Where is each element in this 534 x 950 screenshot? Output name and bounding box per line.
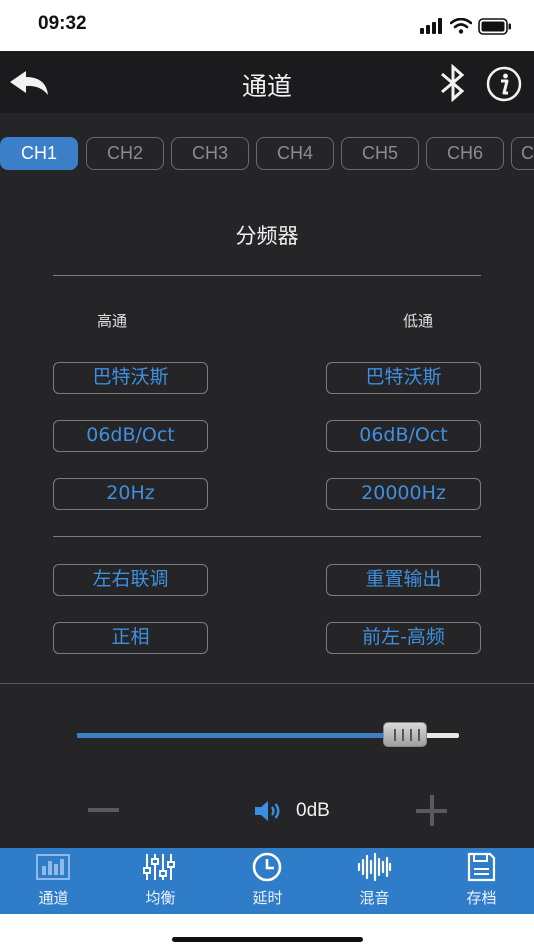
tab-label: 存档 xyxy=(466,889,497,907)
bluetooth-icon xyxy=(441,63,465,103)
battery-icon xyxy=(478,17,511,35)
signal-icon xyxy=(420,18,442,34)
high-pass-slope-button[interactable]: 06dB/Oct xyxy=(53,420,208,452)
info-icon xyxy=(486,66,522,102)
status-bar: 09:32 xyxy=(0,0,534,51)
tab-ch7[interactable]: CH7 xyxy=(511,137,534,170)
save-icon xyxy=(467,852,496,882)
tab-ch5[interactable]: CH5 xyxy=(341,137,419,170)
low-pass-filter-type-button[interactable]: 巴特沃斯 xyxy=(326,362,481,394)
channel-tabs: CH1 CH2 CH3 CH4 CH5 CH6 CH7 xyxy=(0,137,534,171)
tab-channel[interactable]: 通道 xyxy=(0,848,107,914)
tab-label: 延时 xyxy=(252,889,283,907)
waveform-icon xyxy=(357,852,392,882)
channel-icon xyxy=(36,854,70,880)
tab-delay[interactable]: 延时 xyxy=(214,848,321,914)
home-indicator[interactable] xyxy=(172,937,363,942)
reset-output-button[interactable]: 重置输出 xyxy=(326,564,481,596)
tab-ch6[interactable]: CH6 xyxy=(426,137,504,170)
tab-ch2[interactable]: CH2 xyxy=(86,137,164,170)
tab-equalizer[interactable]: 均衡 xyxy=(107,848,214,914)
clock-icon xyxy=(252,852,282,882)
wifi-icon xyxy=(450,18,472,34)
tab-label: 均衡 xyxy=(145,889,176,907)
output-channel-button[interactable]: 前左-高频 xyxy=(326,622,481,654)
link-button[interactable]: 左右联调 xyxy=(53,564,208,596)
volume-value: 0dB xyxy=(296,800,330,821)
high-pass-filter-type-button[interactable]: 巴特沃斯 xyxy=(53,362,208,394)
high-pass-frequency-button[interactable]: 20Hz xyxy=(53,478,208,510)
divider xyxy=(0,683,534,684)
status-icons xyxy=(420,15,512,37)
low-pass-slope-button[interactable]: 06dB/Oct xyxy=(326,420,481,452)
volume-down-button[interactable] xyxy=(88,808,119,812)
tab-bar: 通道 均衡 延时 混音 存档 xyxy=(0,848,534,914)
tab-ch1[interactable]: CH1 xyxy=(0,137,78,170)
volume-up-button[interactable] xyxy=(416,795,447,826)
status-time: 09:32 xyxy=(38,13,87,34)
tab-label: 混音 xyxy=(359,889,390,907)
low-pass-label: 低通 xyxy=(403,312,434,330)
divider xyxy=(53,275,481,276)
home-area xyxy=(0,914,534,950)
section-title: 分频器 xyxy=(235,224,299,248)
high-pass-label: 高通 xyxy=(97,312,128,330)
low-pass-frequency-button[interactable]: 20000Hz xyxy=(326,478,481,510)
tab-ch3[interactable]: CH3 xyxy=(171,137,249,170)
tab-save[interactable]: 存档 xyxy=(428,848,534,914)
equalizer-icon xyxy=(143,854,175,880)
speaker-icon xyxy=(255,801,280,821)
phase-button[interactable]: 正相 xyxy=(53,622,208,654)
tab-ch4[interactable]: CH4 xyxy=(256,137,334,170)
tab-mixer[interactable]: 混音 xyxy=(321,848,428,914)
nav-bar: 通道 xyxy=(0,51,534,113)
info-button[interactable] xyxy=(486,66,522,102)
tab-label: 通道 xyxy=(38,889,69,907)
volume-slider-fill xyxy=(77,733,402,738)
bluetooth-button[interactable] xyxy=(436,63,470,103)
divider xyxy=(53,536,481,537)
volume-slider-handle[interactable] xyxy=(383,722,427,747)
